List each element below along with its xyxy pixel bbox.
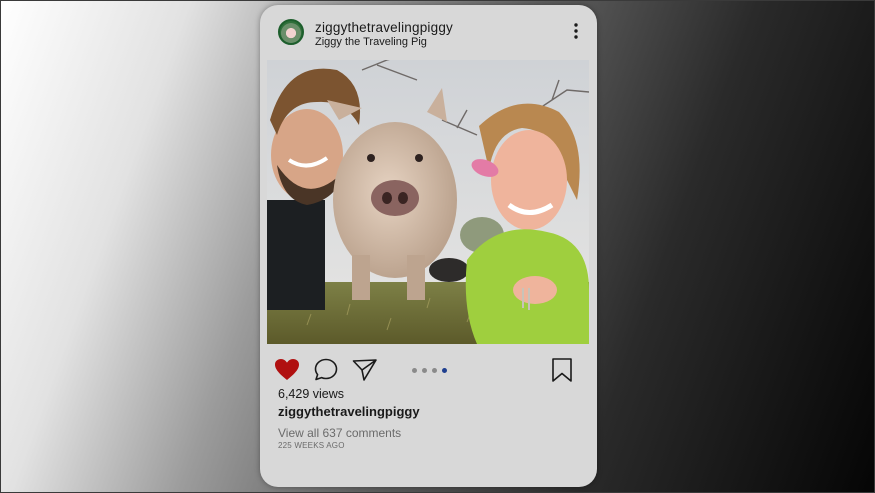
carousel-dot[interactable] bbox=[412, 368, 417, 373]
pig-selfie-image bbox=[267, 60, 589, 344]
carousel-dot-active[interactable] bbox=[442, 368, 447, 373]
paper-plane-icon bbox=[352, 359, 377, 381]
post-timestamp: 225 WEEKS AGO bbox=[278, 441, 345, 450]
view-count: 6,429 views bbox=[278, 387, 345, 401]
carousel-dot[interactable] bbox=[432, 368, 437, 373]
heart-icon bbox=[275, 359, 299, 380]
bookmark-icon bbox=[552, 358, 572, 382]
more-options-button[interactable] bbox=[566, 22, 586, 40]
comment-icon bbox=[314, 358, 338, 381]
caption-username[interactable]: ziggythetravelingpiggy bbox=[278, 404, 420, 419]
carousel-dot[interactable] bbox=[422, 368, 427, 373]
post-display-name: Ziggy the Traveling Pig bbox=[315, 36, 427, 48]
share-button[interactable] bbox=[351, 357, 379, 383]
post-actions-bar bbox=[260, 355, 597, 385]
like-button[interactable] bbox=[273, 357, 301, 383]
save-button[interactable] bbox=[548, 357, 576, 383]
post-card: ziggythetravelingpiggy Ziggy the Traveli… bbox=[260, 5, 597, 487]
post-username[interactable]: ziggythetravelingpiggy bbox=[315, 20, 453, 35]
comment-button[interactable] bbox=[312, 357, 340, 383]
post-photo[interactable] bbox=[267, 60, 589, 344]
more-vertical-icon bbox=[574, 23, 578, 39]
profile-avatar[interactable] bbox=[278, 19, 304, 45]
view-comments-link[interactable]: View all 637 comments bbox=[278, 426, 401, 440]
